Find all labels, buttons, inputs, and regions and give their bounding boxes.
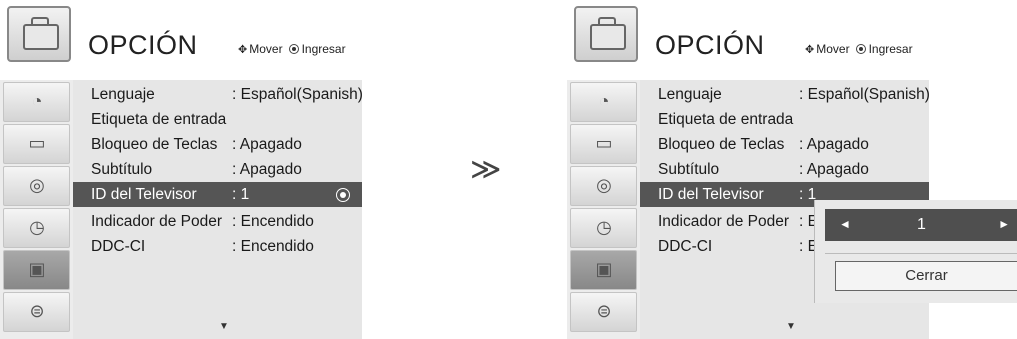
sidebar-item-picture[interactable]: ▭ — [570, 124, 637, 164]
item-label: Bloqueo de Teclas — [658, 136, 785, 153]
clock-icon: ◷ — [29, 217, 45, 237]
menu-item-input-label[interactable]: Etiqueta de entrada — [73, 107, 362, 132]
sidebar-item-setup[interactable]: ◔ — [3, 82, 70, 122]
menu-item-tv-id[interactable]: ID del Televisor : 1 — [73, 182, 362, 207]
item-label: ID del Televisor — [91, 186, 197, 203]
item-label: Subtítulo — [658, 161, 720, 178]
sidebar-item-lock[interactable]: ⊜ — [570, 292, 637, 332]
menu-item-power-indicator[interactable]: Indicador de Poder : Encendido — [73, 209, 362, 234]
item-value: : Encendido — [232, 238, 314, 255]
menu-title: OPCIÓN — [88, 30, 198, 60]
lock-icon: ⊜ — [596, 301, 612, 321]
hint-enter-label: Ingresar — [301, 42, 346, 56]
tv-id-popup: ◄ 1 ► Cerrar — [814, 200, 1017, 303]
toolbox-icon — [7, 6, 71, 62]
menu-item-key-lock[interactable]: Bloqueo de Teclas : Apagado — [640, 132, 929, 157]
item-value: : Español(Spanish) — [232, 86, 363, 103]
toolbox-icon — [574, 6, 638, 62]
divider — [825, 253, 1017, 254]
lock-icon: ⊜ — [29, 301, 45, 321]
menu-item-key-lock[interactable]: Bloqueo de Teclas : Apagado — [73, 132, 362, 157]
menu-item-language[interactable]: Lenguaje : Español(Spanish) — [640, 82, 930, 107]
menu-item-input-label[interactable]: Etiqueta de entrada — [640, 107, 929, 132]
enter-button-icon — [855, 44, 866, 54]
menu-title: OPCIÓN — [655, 30, 765, 60]
category-sidebar: ◔ ▭ ◎ ◷ ▣ ⊜ — [0, 80, 73, 339]
monitor-icon: ▭ — [595, 133, 613, 153]
sidebar-item-time[interactable]: ◷ — [570, 208, 637, 248]
move-arrows-icon: ✥ — [238, 44, 248, 56]
down-triangle-icon[interactable]: ▼ — [786, 321, 796, 332]
item-label: Bloqueo de Teclas — [91, 136, 218, 153]
tv-id-selector[interactable]: ◄ 1 ► — [825, 209, 1017, 241]
item-label: Etiqueta de entrada — [658, 111, 794, 128]
nav-hint: ✥ Mover Ingresar — [805, 42, 913, 56]
enter-radio-icon — [336, 188, 350, 202]
item-label: DDC-CI — [658, 238, 713, 255]
item-value: : Encendido — [232, 213, 314, 230]
sidebar-item-option[interactable]: ▣ — [570, 250, 637, 290]
item-value: : 1 — [232, 186, 250, 203]
sidebar-item-audio[interactable]: ◎ — [3, 166, 70, 206]
menu-item-subtitle[interactable]: Subtítulo : Apagado — [73, 157, 362, 182]
down-triangle-icon[interactable]: ▼ — [219, 321, 229, 332]
item-label: Subtítulo — [91, 161, 153, 178]
transition-arrow: ≫ — [470, 153, 502, 186]
menu-list: Lenguaje : Español(Spanish) Etiqueta de e… — [73, 80, 363, 339]
option-menu-left: OPCIÓN ✥ Mover Ingresar ◔ ▭ ◎ ◷ ▣ ⊜ Lengua… — [0, 0, 363, 339]
left-triangle-icon[interactable]: ◄ — [839, 217, 851, 231]
item-label: Lenguaje — [91, 86, 155, 103]
speaker-icon: ◎ — [29, 175, 45, 195]
hint-move-label: Mover — [816, 42, 850, 56]
item-value: : Apagado — [232, 161, 302, 178]
satellite-dish-icon: ◔ — [598, 91, 610, 111]
sidebar-item-time[interactable]: ◷ — [3, 208, 70, 248]
enter-button-icon — [288, 44, 299, 54]
item-value: : Español(Spanish) — [799, 86, 930, 103]
menu-item-ddc-ci[interactable]: DDC-CI : Encendido — [73, 234, 362, 259]
item-label: DDC-CI — [91, 238, 146, 255]
close-button[interactable]: Cerrar — [835, 261, 1017, 291]
item-label: ID del Televisor — [658, 186, 764, 203]
toolbox-icon: ▣ — [595, 259, 613, 279]
item-value: : Apagado — [799, 136, 869, 153]
sidebar-item-option[interactable]: ▣ — [3, 250, 70, 290]
toolbox-icon: ▣ — [28, 259, 46, 279]
move-arrows-icon: ✥ — [805, 44, 815, 56]
right-triangle-icon[interactable]: ► — [998, 217, 1010, 231]
sidebar-item-picture[interactable]: ▭ — [3, 124, 70, 164]
monitor-icon: ▭ — [28, 133, 46, 153]
menu-header: OPCIÓN ✥ Mover Ingresar — [567, 0, 929, 80]
item-label: Indicador de Poder — [91, 213, 222, 230]
nav-hint: ✥ Mover Ingresar — [238, 42, 346, 56]
sidebar-item-lock[interactable]: ⊜ — [3, 292, 70, 332]
clock-icon: ◷ — [596, 217, 612, 237]
item-value: : Apagado — [799, 161, 869, 178]
menu-item-subtitle[interactable]: Subtítulo : Apagado — [640, 157, 929, 182]
hint-enter-label: Ingresar — [868, 42, 913, 56]
item-label: Indicador de Poder — [658, 213, 789, 230]
menu-item-language[interactable]: Lenguaje : Español(Spanish) — [73, 82, 363, 107]
menu-header: OPCIÓN ✥ Mover Ingresar — [0, 0, 362, 80]
item-label: Etiqueta de entrada — [91, 111, 227, 128]
category-sidebar: ◔ ▭ ◎ ◷ ▣ ⊜ — [567, 80, 640, 339]
satellite-dish-icon: ◔ — [31, 91, 43, 111]
item-value: : Apagado — [232, 136, 302, 153]
sidebar-item-audio[interactable]: ◎ — [570, 166, 637, 206]
speaker-icon: ◎ — [596, 175, 612, 195]
tv-id-value: 1 — [917, 216, 926, 233]
item-label: Lenguaje — [658, 86, 722, 103]
sidebar-item-setup[interactable]: ◔ — [570, 82, 637, 122]
hint-move-label: Mover — [249, 42, 283, 56]
